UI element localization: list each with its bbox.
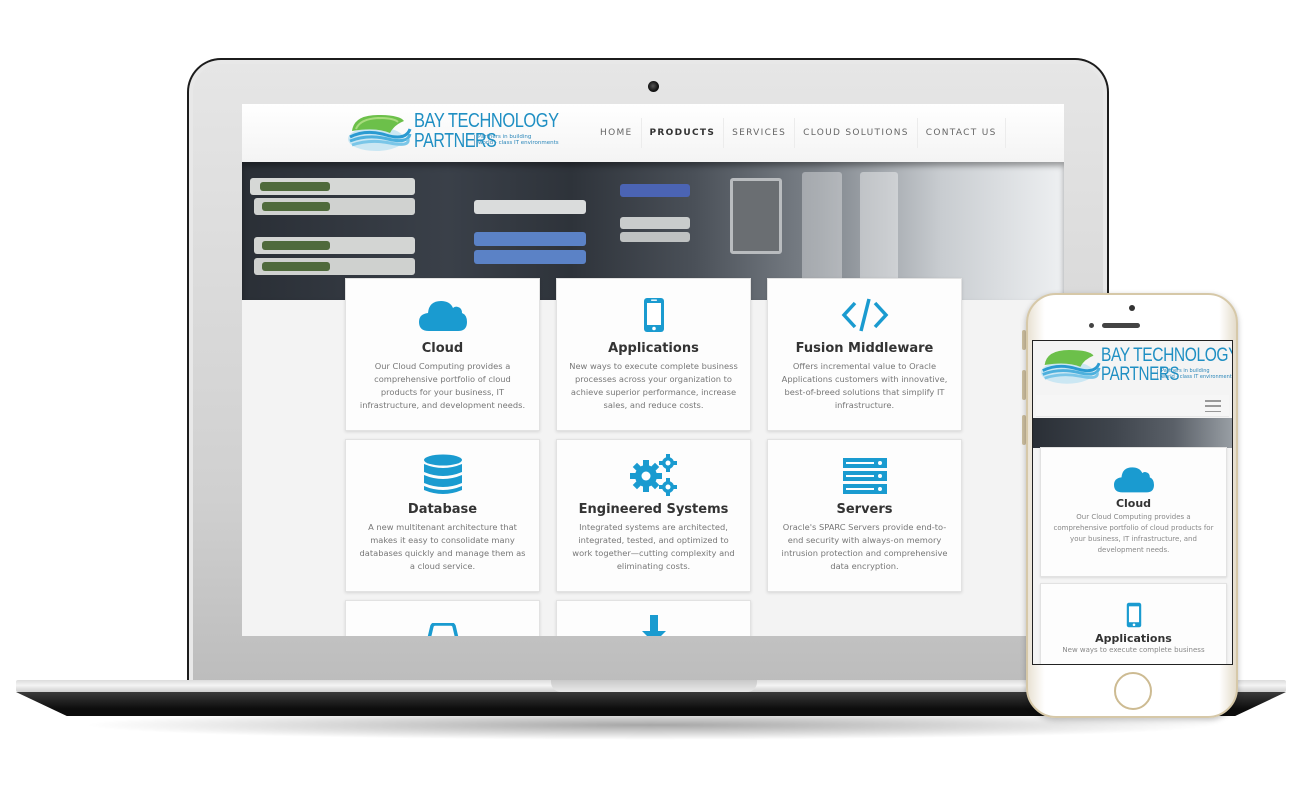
- laptop-screen: BAY TECHNOLOGY PARTNERS Partners in buil…: [242, 104, 1064, 636]
- rack-display: [262, 241, 330, 250]
- storage-icon: [427, 623, 458, 636]
- card-description: Oracle's SPARC Servers provide end-to-en…: [781, 522, 948, 571]
- product-card-servers[interactable]: Servers Oracle's SPARC Servers provide e…: [767, 439, 962, 592]
- laptop-hinge-notch: [551, 680, 757, 692]
- rack-unit-blue: [474, 232, 586, 246]
- mobile-phone-icon: [643, 298, 664, 332]
- site-logo[interactable]: BAY TECHNOLOGY PARTNERS Partners in buil…: [346, 109, 590, 153]
- card-description: New ways to execute complete business pr…: [569, 361, 738, 410]
- rack-unit-blue: [474, 250, 586, 264]
- card-description: Our Cloud Computing provides a comprehen…: [1053, 513, 1214, 554]
- phone-top-camera-icon: [1129, 305, 1135, 311]
- card-description: Integrated systems are architected, inte…: [572, 522, 735, 571]
- card-description: New ways to execute complete business: [1062, 646, 1205, 654]
- mobile-product-card-cloud[interactable]: Cloud Our Cloud Computing provides a com…: [1040, 447, 1227, 577]
- product-card-storage[interactable]: [345, 600, 540, 636]
- nav-cloud-solutions[interactable]: CLOUD SOLUTIONS: [795, 118, 918, 148]
- patch-panel: [620, 232, 690, 242]
- phone-screen: BAY TECHNOLOGY PARTNERS Partners in buil…: [1032, 340, 1233, 665]
- card-title: Cloud: [421, 341, 464, 356]
- patch-panel: [620, 217, 690, 229]
- phone-home-button[interactable]: [1114, 672, 1152, 710]
- card-title: Applications: [608, 341, 699, 356]
- site-header: BAY TECHNOLOGY PARTNERS Partners in buil…: [242, 104, 1064, 162]
- phone-front-camera-icon: [1089, 323, 1094, 328]
- database-icon: [423, 454, 462, 494]
- rack-display: [260, 182, 330, 191]
- nav-home[interactable]: HOME: [592, 118, 642, 148]
- card-title: Applications: [1095, 632, 1172, 645]
- card-title: Servers: [836, 502, 893, 517]
- card-title: Fusion Middleware: [795, 341, 934, 356]
- logo-subtitle: PARTNERS: [414, 130, 497, 152]
- laptop-camera-icon: [648, 81, 659, 92]
- cloud-icon: [1113, 467, 1154, 493]
- phone-speaker: [1102, 323, 1140, 328]
- server-icon: [842, 458, 887, 494]
- hamburger-menu-icon[interactable]: [1205, 400, 1221, 412]
- logo-wave-icon: [348, 115, 412, 151]
- card-title: Database: [407, 502, 478, 517]
- cloud-icon: [418, 301, 467, 331]
- rack-unit: [474, 200, 586, 214]
- product-card-database[interactable]: Database A new multitenant architecture …: [345, 439, 540, 592]
- product-card-fusion-middleware[interactable]: Fusion Middleware Offers incremental val…: [767, 278, 962, 431]
- nav-contact-us[interactable]: CONTACT US: [918, 118, 1006, 148]
- mobile-phone-icon: [1126, 602, 1141, 628]
- logo-title: BAY TECHNOLOGY: [414, 110, 559, 132]
- rack-cabinet: [802, 172, 842, 282]
- product-card-applications[interactable]: Applications New ways to execute complet…: [556, 278, 751, 431]
- product-card-download[interactable]: [556, 600, 751, 636]
- rack-monitor: [730, 178, 782, 254]
- rack-cabinet: [860, 172, 898, 282]
- mobile-navbar: [1036, 395, 1229, 417]
- logo-wave-icon: [1040, 349, 1101, 384]
- product-card-cloud[interactable]: Cloud Our Cloud Computing provides a com…: [345, 278, 540, 431]
- download-icon: [641, 615, 666, 636]
- mobile-hero-banner: [1033, 418, 1232, 448]
- code-icon: [841, 298, 888, 332]
- nav-products[interactable]: PRODUCTS: [642, 118, 725, 148]
- rack-display: [262, 262, 330, 271]
- logo-title: BAY TECHNOLOGY: [1101, 345, 1233, 366]
- card-description: Offers incremental value to Oracle Appli…: [781, 361, 948, 410]
- main-nav: HOME PRODUCTS SERVICES CLOUD SOLUTIONS C…: [592, 118, 1006, 148]
- card-description: Our Cloud Computing provides a comprehen…: [359, 361, 526, 410]
- mobile-product-card-applications[interactable]: Applications New ways to execute complet…: [1040, 583, 1227, 664]
- rack-display: [262, 202, 330, 211]
- product-card-engineered-systems[interactable]: Engineered Systems Integrated systems ar…: [556, 439, 751, 592]
- rack-unit-blue: [620, 184, 690, 197]
- card-description: A new multitenant architecture that make…: [359, 522, 526, 571]
- nav-services[interactable]: SERVICES: [724, 118, 796, 148]
- logo-subtitle: PARTNERS: [1101, 364, 1180, 385]
- mobile-site-logo[interactable]: BAY TECHNOLOGY PARTNERS Partners in buil…: [1039, 344, 1233, 386]
- gears-icon: [629, 454, 677, 496]
- card-title: Cloud: [1115, 497, 1152, 510]
- card-title: Engineered Systems: [578, 502, 729, 517]
